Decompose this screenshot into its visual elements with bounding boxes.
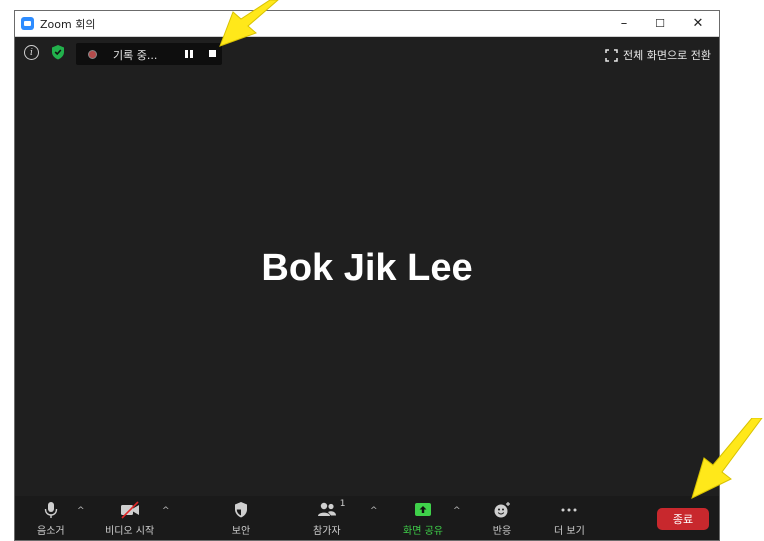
video-options-chevron-icon[interactable]: ^ [162,506,170,516]
annotation-arrow-bottom [691,418,763,499]
security-label: 보안 [231,526,251,537]
participants-button[interactable]: 1 참가자 [313,499,346,537]
reactions-emoji-icon [494,502,510,518]
mute-button[interactable]: 음소거 [37,500,65,537]
microphone-icon [44,502,57,518]
fullscreen-icon [605,48,618,62]
participant-name: Bok Jik Lee [261,247,473,289]
window-title: Zoom 회의 [40,18,96,31]
start-video-label: 비디오 시작 [105,526,155,537]
share-options-chevron-icon[interactable]: ^ [453,506,461,516]
recording-status: 기록 중... [113,49,158,62]
encryption-shield-icon[interactable] [49,43,67,61]
pause-recording-icon[interactable] [185,50,193,58]
reactions-label: 반응 [492,526,512,537]
more-button[interactable]: 더 보기 [554,500,585,537]
meeting-toolbar: 음소거 ^ 비디오 시작 ^ 보안 1 참가자 ^ 화면 공유 ^ 반응 더 보… [15,496,719,540]
close-button[interactable]: ✕ [679,11,717,36]
share-screen-icon [414,503,431,516]
fullscreen-button[interactable]: 전체 화면으로 전환 [605,47,711,63]
meeting-info-icon[interactable]: i [24,45,39,60]
more-dots-icon [561,508,577,512]
annotation-arrow-top [219,0,279,47]
minimize-button[interactable]: – [605,11,643,36]
more-label: 더 보기 [554,526,585,537]
security-button[interactable]: 보안 [230,500,252,537]
maximize-button[interactable]: ☐ [641,11,679,36]
end-meeting-button[interactable]: 종료 [657,508,709,530]
participants-icon [317,502,336,516]
title-bar: Zoom 회의 – ☐ ✕ [15,11,719,37]
recording-dot-icon [88,50,97,59]
participants-options-chevron-icon[interactable]: ^ [370,506,378,516]
video-off-icon [120,501,139,519]
participants-label: 참가자 [313,526,341,537]
share-screen-button[interactable]: 화면 공유 [403,500,443,537]
participants-count: 1 [339,499,346,509]
start-video-button[interactable]: 비디오 시작 [105,500,154,537]
recording-indicator: 기록 중... [76,43,222,65]
share-screen-label: 화면 공유 [403,526,443,537]
stop-recording-icon[interactable] [209,50,216,57]
zoom-window: Zoom 회의 – ☐ ✕ i 기록 중... 전체 화면으로 전환 Bok J… [14,10,720,541]
audio-options-chevron-icon[interactable]: ^ [77,506,85,516]
fullscreen-label: 전체 화면으로 전환 [623,49,711,62]
security-shield-icon [235,502,247,518]
zoom-app-icon [21,17,34,30]
reactions-button[interactable]: 반응 [491,500,513,537]
mute-label: 음소거 [37,526,65,537]
